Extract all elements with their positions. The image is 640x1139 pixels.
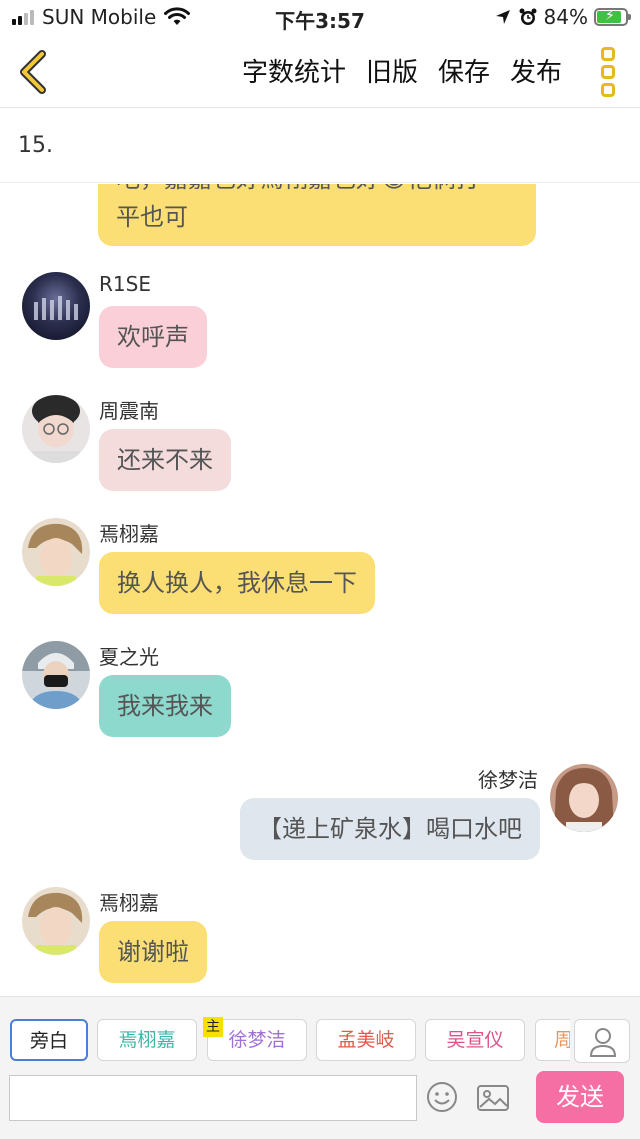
sender-name: 周震南 <box>99 399 159 423</box>
message-text: 吧，嘉嘉也好焉栩嘉也好😂他俩打 <box>116 184 518 198</box>
role-mengmeiqi[interactable]: 孟美岐 <box>316 1019 416 1061</box>
avatar[interactable] <box>22 641 90 709</box>
send-button[interactable]: 发送 <box>536 1071 624 1123</box>
location-arrow-icon <box>495 10 510 24</box>
message-bubble[interactable]: 欢呼声 <box>99 306 207 368</box>
owner-badge: 主 <box>203 1017 223 1037</box>
message-bubble[interactable]: 【递上矿泉水】喝口水吧 <box>240 798 540 860</box>
message-text: 平也可 <box>116 203 188 231</box>
role-narrator[interactable]: 旁白 <box>10 1019 88 1061</box>
chat-message: 焉栩嘉 谢谢啦 <box>0 885 640 985</box>
sender-name: R1SE <box>99 272 151 296</box>
chat-message: 焉栩嘉 换人换人，我休息一下 <box>0 516 640 616</box>
message-bubble[interactable]: 换人换人，我休息一下 <box>99 552 375 614</box>
chevron-left-icon[interactable] <box>16 50 50 94</box>
battery-icon: ⚡ <box>594 8 631 26</box>
avatar[interactable] <box>22 395 90 463</box>
battery-percent: 84% <box>543 5 588 29</box>
chapter-title: 15. <box>18 133 53 158</box>
avatar[interactable] <box>550 764 618 832</box>
chat-message-self: 徐梦洁 【递上矿泉水】喝口水吧 <box>0 762 640 862</box>
sender-name: 焉栩嘉 <box>99 522 159 546</box>
avatar[interactable] <box>22 272 90 340</box>
more-vertical-icon[interactable] <box>598 47 618 97</box>
emoji-icon[interactable] <box>426 1081 458 1113</box>
avatar[interactable] <box>22 518 90 586</box>
sender-name: 焉栩嘉 <box>99 891 159 915</box>
role-yanxujia[interactable]: 焉栩嘉 <box>97 1019 197 1061</box>
role-zhou[interactable]: 周 <box>535 1019 570 1061</box>
nav-bar: 字数统计 旧版 保存 发布 <box>0 36 640 108</box>
message-bubble[interactable]: 还来不来 <box>99 429 231 491</box>
old-version-button[interactable]: 旧版 <box>366 52 418 89</box>
avatar[interactable] <box>22 887 90 955</box>
user-icon[interactable] <box>574 1019 630 1063</box>
message-bubble[interactable]: 谢谢啦 <box>99 921 207 983</box>
alarm-icon <box>519 8 537 25</box>
chapter-header[interactable]: 15. <box>0 109 640 183</box>
sender-name: 徐梦洁 <box>478 768 538 792</box>
chat-message: R1SE 欢呼声 <box>0 270 640 370</box>
message-bubble-partial: 吧，嘉嘉也好焉栩嘉也好😂他俩打 平也可 <box>98 184 536 246</box>
save-button[interactable]: 保存 <box>438 52 490 89</box>
chat-area[interactable]: 吧，嘉嘉也好焉栩嘉也好😂他俩打 平也可 R1SE 欢呼声 周震南 还来不来 焉栩… <box>0 184 640 996</box>
role-wuxuanyi[interactable]: 吴宣仪 <box>425 1019 525 1061</box>
message-bubble[interactable]: 我来我来 <box>99 675 231 737</box>
role-selector[interactable]: 旁白 焉栩嘉 徐梦洁 孟美岐 吴宣仪 周 <box>10 1019 570 1063</box>
publish-button[interactable]: 发布 <box>510 52 562 89</box>
word-count-button[interactable]: 字数统计 <box>242 52 346 89</box>
chat-message: 周震南 还来不来 <box>0 393 640 493</box>
image-icon[interactable] <box>476 1083 510 1113</box>
status-bar: SUN Mobile 下午3:57 84% ⚡ <box>0 0 640 36</box>
composer-panel: 主 旁白 焉栩嘉 徐梦洁 孟美岐 吴宣仪 周 发送 <box>0 996 640 1139</box>
sender-name: 夏之光 <box>99 645 159 669</box>
chat-message: 夏之光 我来我来 <box>0 639 640 739</box>
message-input[interactable] <box>9 1075 417 1121</box>
